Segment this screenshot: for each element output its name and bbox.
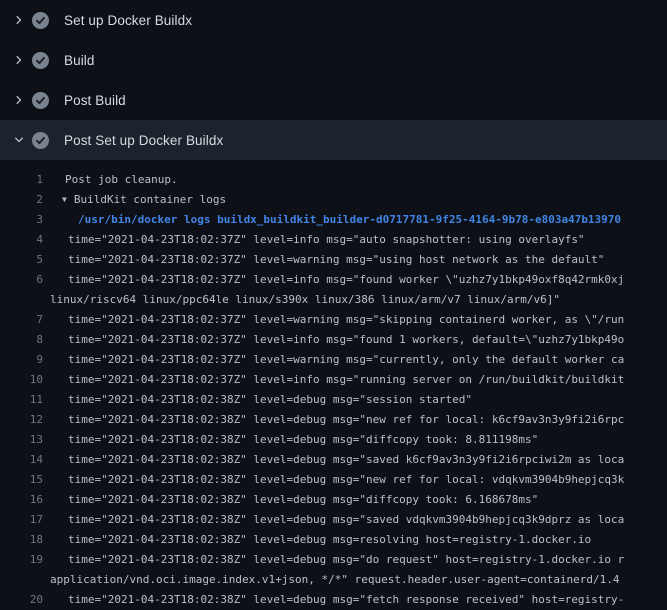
line-number[interactable]: 15 <box>0 470 43 490</box>
log-line[interactable]: 20time="2021-04-23T18:02:38Z" level=debu… <box>0 590 667 610</box>
log-line[interactable]: 16time="2021-04-23T18:02:38Z" level=debu… <box>0 490 667 510</box>
log-text: time="2021-04-23T18:02:38Z" level=debug … <box>43 430 538 450</box>
step-row-post-build[interactable]: Post Build <box>0 80 667 120</box>
line-number[interactable]: 10 <box>0 370 43 390</box>
log-line[interactable]: 4time="2021-04-23T18:02:37Z" level=info … <box>0 230 667 250</box>
log-text: time="2021-04-23T18:02:38Z" level=debug … <box>43 450 624 470</box>
line-number[interactable]: 3 <box>0 210 43 230</box>
step-row-build[interactable]: Build <box>0 40 667 80</box>
log-line[interactable]: 2 ▼ BuildKit container logs <box>0 190 667 210</box>
log-text: time="2021-04-23T18:02:38Z" level=debug … <box>43 470 624 490</box>
log-text: time="2021-04-23T18:02:37Z" level=warnin… <box>43 310 624 330</box>
log-line[interactable]: 12time="2021-04-23T18:02:38Z" level=debu… <box>0 410 667 430</box>
log-text: time="2021-04-23T18:02:38Z" level=debug … <box>43 390 472 410</box>
log-text: time="2021-04-23T18:02:38Z" level=debug … <box>43 530 591 550</box>
line-number[interactable]: 13 <box>0 430 43 450</box>
line-number[interactable]: 18 <box>0 530 43 550</box>
line-number[interactable]: 14 <box>0 450 43 470</box>
log-text: time="2021-04-23T18:02:37Z" level=warnin… <box>43 350 624 370</box>
line-number[interactable]: 4 <box>0 230 43 250</box>
step-title: Set up Docker Buildx <box>64 13 192 28</box>
check-circle-icon <box>32 12 49 29</box>
log-line[interactable]: linux/riscv64 linux/ppc64le linux/s390x … <box>0 290 667 310</box>
line-number[interactable]: 1 <box>0 170 43 190</box>
log-line[interactable]: 10time="2021-04-23T18:02:37Z" level=info… <box>0 370 667 390</box>
step-title: Build <box>64 53 95 68</box>
log-line[interactable]: 9time="2021-04-23T18:02:37Z" level=warni… <box>0 350 667 370</box>
line-number[interactable]: 16 <box>0 490 43 510</box>
line-number[interactable]: 6 <box>0 270 43 290</box>
log-viewer: 1Post job cleanup.2 ▼ BuildKit container l… <box>0 160 667 610</box>
log-text: time="2021-04-23T18:02:37Z" level=warnin… <box>43 250 604 270</box>
triangle-down-icon: ▼ <box>62 195 67 204</box>
log-line[interactable]: 14time="2021-04-23T18:02:38Z" level=debu… <box>0 450 667 470</box>
log-line[interactable]: 13time="2021-04-23T18:02:38Z" level=debu… <box>0 430 667 450</box>
line-number <box>0 570 43 590</box>
log-line[interactable]: 5time="2021-04-23T18:02:37Z" level=warni… <box>0 250 667 270</box>
log-line[interactable]: application/vnd.oci.image.index.v1+json,… <box>0 570 667 590</box>
line-number[interactable]: 9 <box>0 350 43 370</box>
log-line[interactable]: 7time="2021-04-23T18:02:37Z" level=warni… <box>0 310 667 330</box>
log-text: linux/riscv64 linux/ppc64le linux/s390x … <box>43 290 560 310</box>
log-line[interactable]: 11time="2021-04-23T18:02:38Z" level=debu… <box>0 390 667 410</box>
line-number[interactable]: 11 <box>0 390 43 410</box>
log-text: time="2021-04-23T18:02:38Z" level=debug … <box>43 590 624 610</box>
check-circle-icon <box>32 92 49 109</box>
log-line[interactable]: 19time="2021-04-23T18:02:38Z" level=debu… <box>0 550 667 570</box>
line-number[interactable]: 17 <box>0 510 43 530</box>
check-circle-icon <box>32 52 49 69</box>
log-line[interactable]: 1Post job cleanup. <box>0 170 667 190</box>
step-title: Post Build <box>64 93 126 108</box>
log-line[interactable]: 18time="2021-04-23T18:02:38Z" level=debu… <box>0 530 667 550</box>
log-command-text: /usr/bin/docker logs buildx_buildkit_bui… <box>43 210 621 230</box>
log-text: application/vnd.oci.image.index.v1+json,… <box>43 570 620 590</box>
check-circle-icon <box>32 132 49 149</box>
line-number[interactable]: 8 <box>0 330 43 350</box>
log-line[interactable]: 17time="2021-04-23T18:02:38Z" level=debu… <box>0 510 667 530</box>
log-text: time="2021-04-23T18:02:37Z" level=info m… <box>43 370 624 390</box>
log-text: time="2021-04-23T18:02:38Z" level=debug … <box>43 510 624 530</box>
log-line[interactable]: 8time="2021-04-23T18:02:37Z" level=info … <box>0 330 667 350</box>
step-row-set-up-docker-buildx[interactable]: Set up Docker Buildx <box>0 0 667 40</box>
log-text: time="2021-04-23T18:02:37Z" level=info m… <box>43 230 585 250</box>
group-label: BuildKit container logs <box>74 193 226 206</box>
log-line[interactable]: 6time="2021-04-23T18:02:37Z" level=info … <box>0 270 667 290</box>
chevron-down-icon <box>12 133 26 147</box>
log-text: time="2021-04-23T18:02:38Z" level=debug … <box>43 410 624 430</box>
chevron-right-icon <box>12 53 26 67</box>
step-row-post-set-up-docker-buildx[interactable]: Post Set up Docker Buildx <box>0 120 667 160</box>
line-number[interactable]: 7 <box>0 310 43 330</box>
log-text: Post job cleanup. <box>43 170 178 190</box>
step-title: Post Set up Docker Buildx <box>64 133 223 148</box>
log-text: time="2021-04-23T18:02:38Z" level=debug … <box>43 550 624 570</box>
log-text: time="2021-04-23T18:02:37Z" level=info m… <box>43 330 624 350</box>
log-line[interactable]: 15time="2021-04-23T18:02:38Z" level=debu… <box>0 470 667 490</box>
log-text: time="2021-04-23T18:02:38Z" level=debug … <box>43 490 538 510</box>
group-toggle[interactable]: ▼ BuildKit container logs <box>43 190 226 210</box>
log-line[interactable]: 3/usr/bin/docker logs buildx_buildkit_bu… <box>0 210 667 230</box>
line-number <box>0 290 43 310</box>
line-number[interactable]: 12 <box>0 410 43 430</box>
line-number[interactable]: 20 <box>0 590 43 610</box>
line-number[interactable]: 5 <box>0 250 43 270</box>
line-number[interactable]: 19 <box>0 550 43 570</box>
line-number[interactable]: 2 <box>0 190 43 210</box>
chevron-right-icon <box>12 93 26 107</box>
log-text: time="2021-04-23T18:02:37Z" level=info m… <box>43 270 624 290</box>
steps-list: Set up Docker Buildx Build Post Build Post … <box>0 0 667 160</box>
chevron-right-icon <box>12 13 26 27</box>
